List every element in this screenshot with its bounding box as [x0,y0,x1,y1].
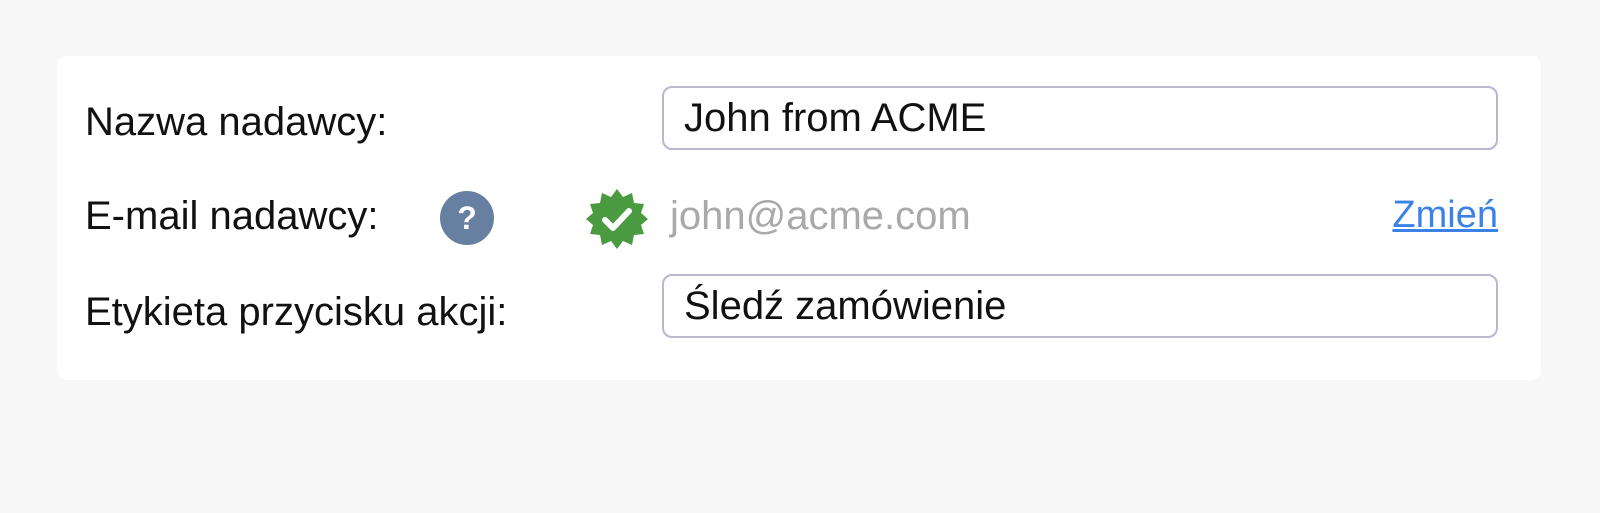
action-button-label-label: Etykieta przycisku akcji: [85,290,508,334]
verified-badge-icon [586,189,648,249]
help-icon[interactable]: ? [440,191,494,245]
sender-email-value: john@acme.com [670,194,971,238]
action-button-label-input[interactable] [662,274,1498,338]
sender-name-label: Nazwa nadawcy: [85,100,388,144]
sender-name-input[interactable] [662,86,1498,150]
sender-settings-card: Nazwa nadawcy: E-mail nadawcy: ? john@ac… [57,56,1541,380]
sender-email-label: E-mail nadawcy: [85,194,379,238]
change-email-link[interactable]: Zmień [1392,196,1498,234]
question-mark-icon: ? [457,200,477,236]
